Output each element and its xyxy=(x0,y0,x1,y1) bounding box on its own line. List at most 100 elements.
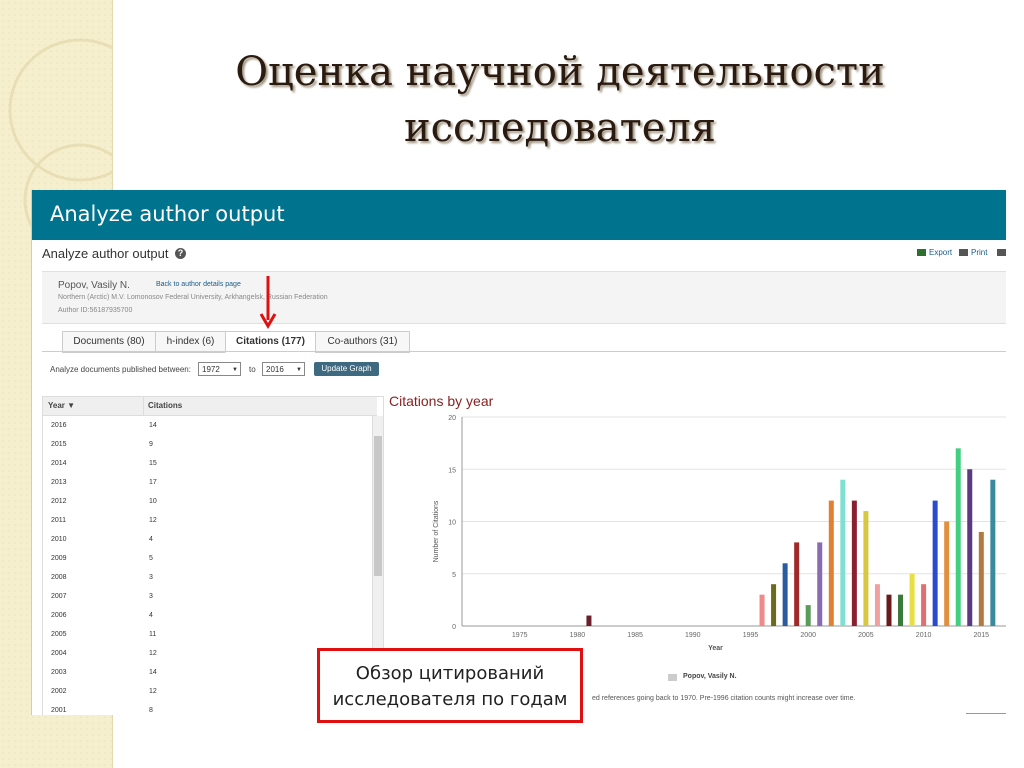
year-cell: 2011 xyxy=(51,517,67,524)
x-tick-label: 2015 xyxy=(974,632,990,639)
sort-desc-icon: ▼ xyxy=(67,401,76,410)
citations-cell: 10 xyxy=(149,498,157,505)
citations-cell: 9 xyxy=(149,441,153,448)
help-icon[interactable]: ? xyxy=(175,248,186,259)
bar xyxy=(805,605,811,626)
banner-title: Analyze author output xyxy=(50,202,285,226)
bar xyxy=(944,521,950,626)
y-tick-label: 20 xyxy=(448,415,456,422)
y-tick-label: 0 xyxy=(452,624,456,631)
bar xyxy=(794,542,800,626)
back-to-author-link[interactable]: Back to author details page xyxy=(156,281,241,288)
tab-divider xyxy=(42,351,1006,352)
range-to-label: to xyxy=(249,365,256,374)
bar xyxy=(955,448,961,626)
table-row: 2011 12 xyxy=(43,511,373,530)
print-icon xyxy=(959,249,968,257)
table-row: 2008 3 xyxy=(43,568,373,587)
column-header-citations[interactable]: Citations xyxy=(143,397,377,416)
chevron-down-icon: ▼ xyxy=(232,367,238,373)
scopus-screenshot: Analyze author output Analyze author out… xyxy=(31,190,1006,715)
divider-line xyxy=(966,713,1006,714)
bar xyxy=(967,469,973,626)
table-row: 2013 17 xyxy=(43,473,373,492)
table-row: 2010 4 xyxy=(43,530,373,549)
citations-cell: 4 xyxy=(149,612,153,619)
citations-cell: 8 xyxy=(149,707,153,714)
red-arrow-annotation xyxy=(259,276,277,329)
tab-documents[interactable]: Documents (80) xyxy=(62,331,156,353)
year-cell: 2002 xyxy=(51,688,67,695)
x-tick-label: 1975 xyxy=(512,632,528,639)
year-cell: 2015 xyxy=(51,441,67,448)
tab-citations[interactable]: Citations (177) xyxy=(225,331,316,353)
column-header-year[interactable]: Year ▼ xyxy=(43,397,147,416)
year-cell: 2014 xyxy=(51,460,67,467)
email-button[interactable] xyxy=(997,248,1006,257)
citations-cell: 12 xyxy=(149,650,157,657)
print-label: Print xyxy=(971,248,988,257)
email-icon xyxy=(997,249,1006,257)
x-tick-label: 2005 xyxy=(858,632,874,639)
bar xyxy=(840,479,846,626)
table-row: 2012 10 xyxy=(43,492,373,511)
table-row: 2009 5 xyxy=(43,549,373,568)
x-tick-label: 1980 xyxy=(570,632,586,639)
tab-co-authors[interactable]: Co-authors (31) xyxy=(315,331,410,353)
year-cell: 2007 xyxy=(51,593,67,600)
citations-cell: 3 xyxy=(149,593,153,600)
year-from-select[interactable]: 1972 ▼ xyxy=(198,362,241,376)
x-tick-label: 2010 xyxy=(916,632,932,639)
year-cell: 2012 xyxy=(51,498,67,505)
export-button[interactable]: Export xyxy=(917,248,952,257)
bar xyxy=(851,500,857,626)
bar xyxy=(817,542,823,626)
citations-chart: 0 5 10 15 20 1975 1980 1985 1990 1995 2000 2005 2010… xyxy=(433,415,1006,652)
year-to-select[interactable]: 2016 ▼ xyxy=(262,362,305,376)
bar xyxy=(886,594,892,626)
bar xyxy=(909,573,915,626)
bar xyxy=(990,479,996,626)
table-row: 2007 3 xyxy=(43,587,373,606)
citations-cell: 5 xyxy=(149,555,153,562)
citations-cell: 4 xyxy=(149,536,153,543)
citations-cell: 14 xyxy=(149,669,157,676)
year-to-value: 2016 xyxy=(266,365,284,374)
legend-series-name: Popov, Vasily N. xyxy=(683,673,737,680)
year-cell: 2008 xyxy=(51,574,67,581)
bar xyxy=(771,584,777,626)
year-cell: 2006 xyxy=(51,612,67,619)
x-tick-label: 1995 xyxy=(743,632,759,639)
chart-title: Citations by year xyxy=(389,393,494,409)
citations-cell: 12 xyxy=(149,688,157,695)
scrollbar-thumb[interactable] xyxy=(374,436,382,576)
y-tick-label: 5 xyxy=(452,572,456,579)
year-cell: 2001 xyxy=(51,707,67,714)
year-cell: 2010 xyxy=(51,536,67,543)
callout-box: Обзор цитирований исследователя по годам xyxy=(317,648,583,723)
x-tick-label: 1990 xyxy=(685,632,701,639)
range-label: Analyze documents published between: xyxy=(50,365,191,374)
citations-cell: 12 xyxy=(149,517,157,524)
update-graph-button[interactable]: Update Graph xyxy=(314,362,379,376)
print-button[interactable]: Print xyxy=(959,248,987,257)
citations-cell: 17 xyxy=(149,479,157,486)
tab-h-index[interactable]: h-index (6) xyxy=(155,331,226,353)
citations-cell: 11 xyxy=(149,631,157,638)
table-row: 2016 14 xyxy=(43,416,373,435)
export-label: Export xyxy=(929,248,953,257)
author-id: Author ID:56187935700 xyxy=(58,307,133,314)
table-row: 2014 15 xyxy=(43,454,373,473)
citations-cell: 15 xyxy=(149,460,157,467)
author-affiliation: Northern (Arctic) M.V. Lomonosov Federal… xyxy=(58,294,328,301)
callout-line2: исследователя по годам xyxy=(332,689,568,710)
slide-title-line2: исследователя xyxy=(403,105,717,151)
x-tick-label: 2000 xyxy=(800,632,816,639)
export-icon xyxy=(917,249,926,257)
bar xyxy=(874,584,880,626)
year-cell: 2016 xyxy=(51,422,67,429)
chart-footnote: ed references going back to 1970. Pre-19… xyxy=(592,695,856,702)
bar xyxy=(863,511,869,626)
year-cell: 2005 xyxy=(51,631,67,638)
y-axis-label: Number of Citations xyxy=(433,500,440,562)
